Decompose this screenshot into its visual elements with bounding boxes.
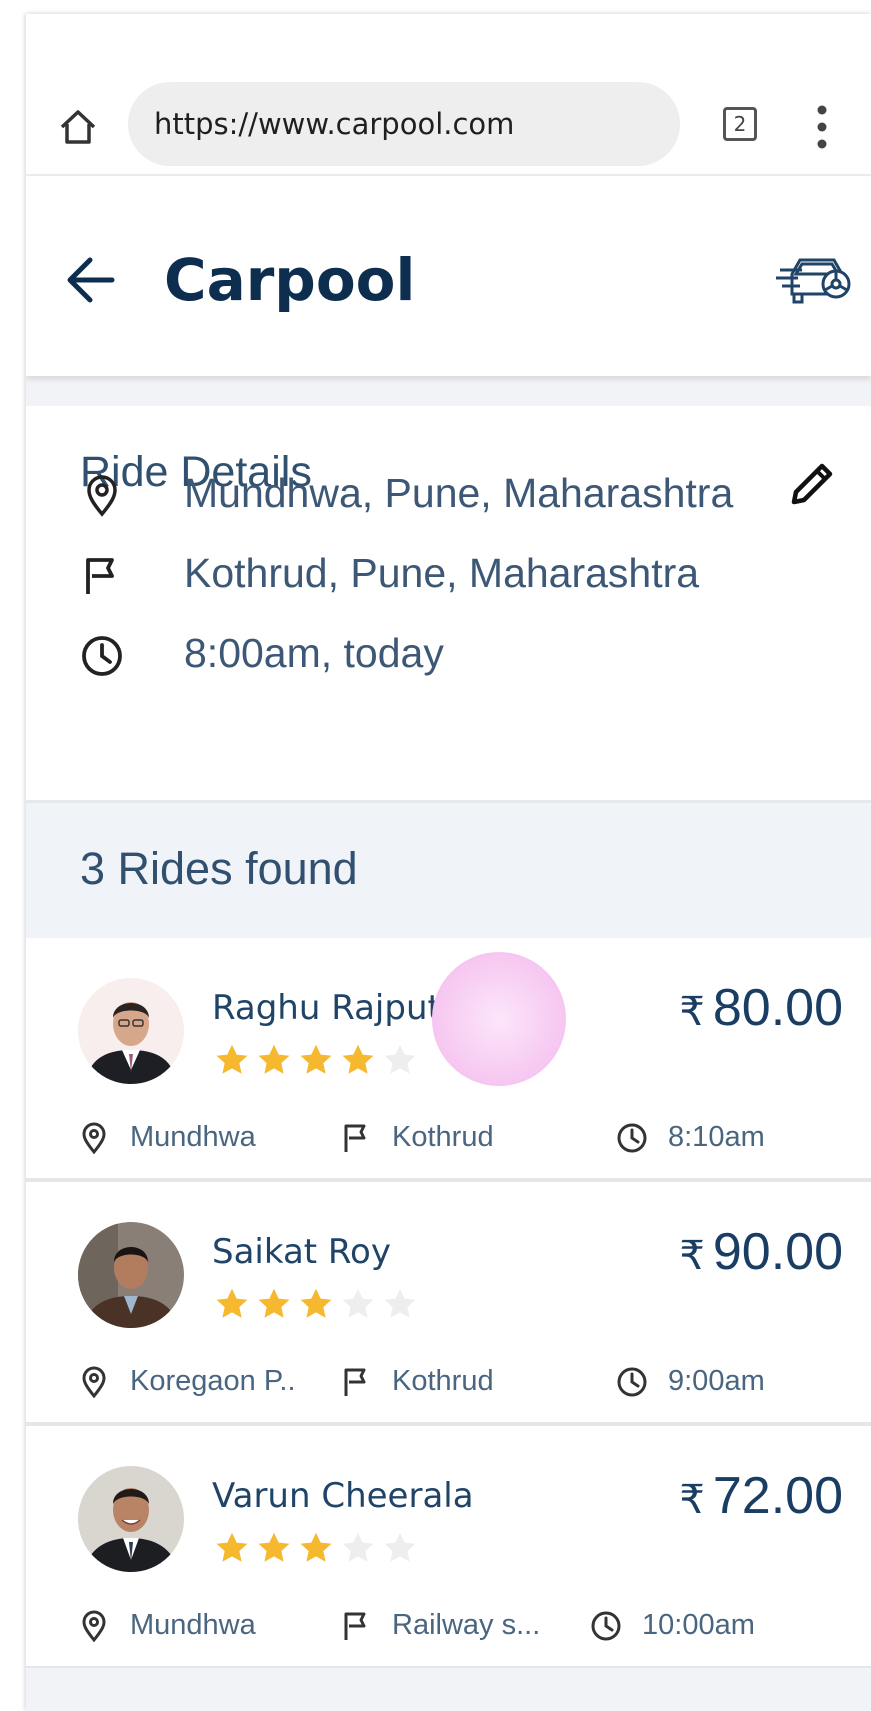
location-pin-icon [87,475,117,517]
location-pin-icon [82,1122,106,1154]
ride-price: ₹80.00 [679,978,843,1038]
star-icon [216,1532,248,1562]
star-icon [384,1044,416,1074]
pickup-location: Mundhwa, Pune, Maharashtra [184,470,734,516]
ride-price: ₹72.00 [679,1466,843,1526]
arrow-back-icon[interactable] [62,252,118,308]
ride-from-text: Mundhwa [130,1121,256,1153]
ride-to-text: Kothrud [392,1121,494,1153]
results-header: 3 Rides found [26,800,871,941]
star-icon [384,1532,416,1562]
ride-card[interactable]: Saikat Roy ₹90.00 Koregaon P.. Kothrud 9… [26,1182,871,1426]
clock-icon [617,1123,647,1153]
ride-time-text: 8:10am [668,1121,765,1153]
star-icon [300,1288,332,1318]
driver-name: Saikat Roy [212,1232,391,1272]
section-gap [26,376,871,406]
phone-screen: https://www.carpool.com 2 Carpool Ride D… [26,14,871,1711]
star-rating [214,1042,424,1082]
avatar [78,978,184,1084]
flag-icon [344,1124,366,1152]
home-icon[interactable] [58,107,98,147]
clock-icon [617,1367,647,1397]
star-icon [342,1288,374,1318]
star-icon [342,1532,374,1562]
star-rating [214,1530,424,1570]
ride-time-text: 9:00am [668,1365,765,1397]
car-icon[interactable] [772,252,854,308]
browser-toolbar: https://www.carpool.com 2 [26,14,871,176]
section-gap [26,1668,871,1711]
star-icon [258,1288,290,1318]
ride-to-text: Railway s... [392,1609,541,1641]
app-header: Carpool [26,176,871,376]
price-value: 90.00 [712,1223,843,1281]
star-icon [342,1044,374,1074]
star-icon [384,1288,416,1318]
location-pin-icon [82,1366,106,1398]
currency-symbol: ₹ [679,1234,705,1278]
price-value: 72.00 [712,1467,843,1525]
ride-details-card: Ride Details Mundhwa, Pune, Maharashtra … [26,406,871,796]
address-bar[interactable]: https://www.carpool.com [128,82,680,166]
price-value: 80.00 [712,979,843,1037]
driver-name: Varun Cheerala [212,1476,474,1516]
star-icon [216,1288,248,1318]
ride-price: ₹90.00 [679,1222,843,1282]
ride-to-text: Kothrud [392,1365,494,1397]
flag-icon [344,1612,366,1640]
results-count: 3 Rides found [80,843,358,894]
flag-icon [86,558,114,594]
dropoff-location: Kothrud, Pune, Maharashtra [184,550,700,596]
currency-symbol: ₹ [679,1478,705,1522]
ride-time-text: 10:00am [642,1609,755,1641]
more-vert-icon[interactable] [816,104,828,150]
star-icon [216,1044,248,1074]
driver-name: Raghu Rajput [212,988,441,1028]
ride-from-text: Koregaon P.. [130,1365,296,1397]
touch-indicator [432,952,566,1086]
avatar [78,1466,184,1572]
clock-icon [82,636,122,676]
clock-icon [591,1611,621,1641]
avatar [78,1222,184,1328]
url-text: https://www.carpool.com [154,107,515,141]
ride-card[interactable]: Varun Cheerala ₹72.00 Mundhwa Railway s.… [26,1426,871,1670]
pencil-icon[interactable] [786,458,838,510]
star-icon [258,1044,290,1074]
tabs-button[interactable]: 2 [723,107,757,141]
location-pin-icon [82,1610,106,1642]
star-rating [214,1286,424,1326]
ride-time: 8:00am, today [184,630,444,676]
currency-symbol: ₹ [679,990,705,1034]
flag-icon [344,1368,366,1396]
ride-from-text: Mundhwa [130,1609,256,1641]
star-icon [258,1532,290,1562]
star-icon [300,1044,332,1074]
page-title: Carpool [164,246,416,314]
star-icon [300,1532,332,1562]
